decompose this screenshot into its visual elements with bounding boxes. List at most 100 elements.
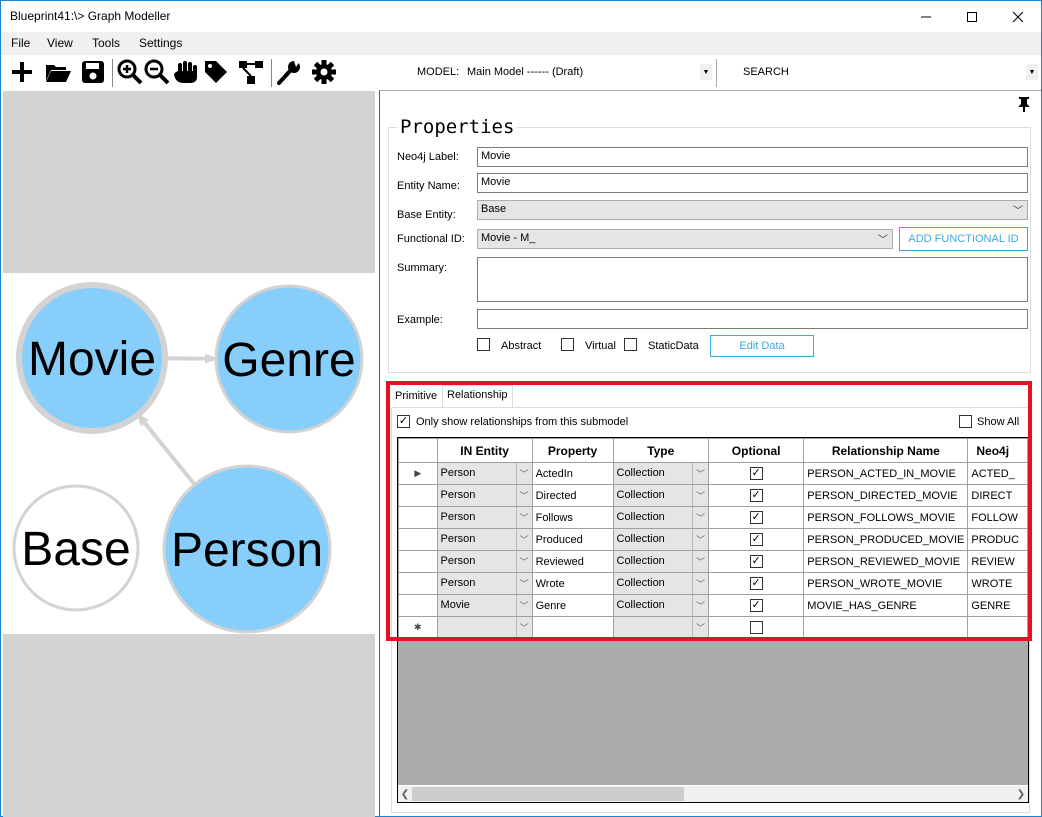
- relationship-name-cell[interactable]: [803, 616, 969, 639]
- table-row[interactable]: Person ﹀ Produced Collection ﹀ ✓ PERSON_PRODUC…: [398, 528, 1028, 551]
- zoom-in-button[interactable]: [117, 59, 143, 85]
- optional-cell[interactable]: ✓: [707, 462, 805, 485]
- menu-settings[interactable]: Settings: [139, 36, 182, 50]
- property-cell[interactable]: Produced: [531, 528, 614, 551]
- row-header[interactable]: [398, 594, 438, 617]
- zoom-out-button[interactable]: [144, 59, 170, 85]
- functional-id-select[interactable]: Movie - M_ ﹀: [477, 229, 893, 249]
- relationship-name-cell[interactable]: PERSON_REVIEWED_MOVIE: [803, 550, 969, 573]
- column-header-in-entity[interactable]: IN Entity: [436, 438, 533, 463]
- edge-person-movie[interactable]: [139, 416, 197, 486]
- row-header[interactable]: ▶: [398, 462, 438, 485]
- neo4j-cell[interactable]: REVIEW: [967, 550, 1028, 573]
- in-entity-cell[interactable]: Person ﹀: [436, 572, 533, 595]
- only-submodel-checkbox[interactable]: ✓: [397, 415, 410, 428]
- optional-cell[interactable]: ✓: [707, 528, 805, 551]
- relationship-name-cell[interactable]: PERSON_ACTED_IN_MOVIE: [803, 462, 969, 485]
- add-functional-id-button[interactable]: ADD FUNCTIONAL ID: [899, 227, 1028, 251]
- chevron-down-icon[interactable]: ﹀: [515, 595, 531, 616]
- horizontal-scrollbar[interactable]: ❮ ❯: [398, 785, 1028, 802]
- virtual-checkbox[interactable]: [561, 338, 574, 351]
- column-header-type[interactable]: Type: [612, 438, 709, 463]
- pin-icon[interactable]: [1016, 96, 1032, 112]
- tab-relationship[interactable]: Relationship: [442, 385, 513, 407]
- type-cell[interactable]: Collection ﹀: [612, 550, 709, 573]
- edit-data-button[interactable]: Edit Data: [710, 335, 814, 357]
- show-all-checkbox[interactable]: [959, 415, 972, 428]
- optional-checkbox[interactable]: ✓: [749, 577, 763, 590]
- chevron-down-icon[interactable]: ﹀: [515, 463, 531, 484]
- tab-primitive[interactable]: Primitive: [391, 387, 441, 407]
- property-cell[interactable]: ActedIn: [531, 462, 614, 485]
- optional-checkbox[interactable]: ✓: [749, 533, 763, 546]
- type-cell[interactable]: Collection ﹀: [612, 572, 709, 595]
- optional-checkbox[interactable]: ✓: [749, 467, 763, 480]
- row-header[interactable]: [398, 572, 438, 595]
- optional-cell[interactable]: ✓: [707, 594, 805, 617]
- add-button[interactable]: [9, 59, 35, 85]
- in-entity-cell[interactable]: Person ﹀: [436, 506, 533, 529]
- in-entity-cell[interactable]: Person ﹀: [436, 528, 533, 551]
- neo4j-cell[interactable]: ACTED_: [967, 462, 1028, 485]
- neo4j-cell[interactable]: GENRE: [967, 594, 1028, 617]
- optional-checkbox[interactable]: ✓: [749, 599, 763, 612]
- staticdata-checkbox[interactable]: [624, 338, 637, 351]
- chevron-down-icon[interactable]: ﹀: [515, 507, 531, 528]
- in-entity-cell[interactable]: Person ﹀: [436, 484, 533, 507]
- optional-cell[interactable]: [707, 616, 805, 639]
- save-button[interactable]: [80, 59, 106, 85]
- property-cell[interactable]: Follows: [531, 506, 614, 529]
- tools-dropdown-button[interactable]: [276, 59, 302, 85]
- search-combo[interactable]: SEARCH: [743, 66, 789, 78]
- column-header-relationship-name[interactable]: Relationship Name: [803, 438, 969, 463]
- relationship-name-cell[interactable]: MOVIE_HAS_GENRE: [803, 594, 969, 617]
- menu-file[interactable]: File: [11, 36, 30, 50]
- neo4j-label-input[interactable]: Movie: [477, 147, 1028, 167]
- chevron-down-icon[interactable]: ﹀: [515, 617, 531, 638]
- optional-cell[interactable]: ✓: [707, 484, 805, 507]
- property-cell[interactable]: [531, 616, 614, 639]
- type-cell[interactable]: Collection ﹀: [612, 484, 709, 507]
- example-input[interactable]: [477, 309, 1028, 329]
- table-row[interactable]: Person ﹀ Follows Collection ﹀ ✓ PERSON_FOLLOWS…: [398, 506, 1028, 529]
- table-row[interactable]: Movie ﹀ Genre Collection ﹀ ✓ MOVIE_HAS_GENRE GE…: [398, 594, 1028, 617]
- type-cell[interactable]: Collection ﹀: [612, 462, 709, 485]
- optional-checkbox[interactable]: ✓: [749, 511, 763, 524]
- chevron-down-icon[interactable]: ﹀: [692, 463, 708, 484]
- table-row[interactable]: Person ﹀ Wrote Collection ﹀ ✓ PERSON_WROTE_MOV…: [398, 572, 1028, 595]
- in-entity-cell[interactable]: Person ﹀: [436, 550, 533, 573]
- row-header[interactable]: ✱: [398, 616, 438, 639]
- row-header[interactable]: [398, 528, 438, 551]
- graph-diagram[interactable]: Movie Genre Base Person: [3, 273, 375, 634]
- table-row[interactable]: ▶ Person ﹀ ActedIn Collection ﹀ ✓ PERSON_ACTED_…: [398, 462, 1028, 485]
- neo4j-cell[interactable]: FOLLOW: [967, 506, 1028, 529]
- column-header-property[interactable]: Property: [531, 438, 614, 463]
- relationship-name-cell[interactable]: PERSON_WROTE_MOVIE: [803, 572, 969, 595]
- tag-button[interactable]: [203, 59, 229, 85]
- scroll-left-icon[interactable]: ❮: [398, 787, 412, 801]
- scroll-right-icon[interactable]: ❯: [1014, 787, 1028, 801]
- chevron-down-icon[interactable]: ﹀: [692, 551, 708, 572]
- optional-cell[interactable]: ✓: [707, 550, 805, 573]
- neo4j-cell[interactable]: PRODUC: [967, 528, 1028, 551]
- pan-button[interactable]: [173, 59, 199, 85]
- table-row[interactable]: Person ﹀ Directed Collection ﹀ ✓ PERSON_DIRECT…: [398, 484, 1028, 507]
- chevron-down-icon[interactable]: ﹀: [692, 529, 708, 550]
- column-header-neo4j[interactable]: Neo4j: [967, 438, 1028, 463]
- neo4j-cell[interactable]: WROTE: [967, 572, 1028, 595]
- type-cell[interactable]: Collection ﹀: [612, 506, 709, 529]
- base-entity-select[interactable]: Base ﹀: [477, 200, 1028, 220]
- menu-tools[interactable]: Tools: [92, 36, 120, 50]
- column-header-optional[interactable]: Optional: [707, 438, 805, 463]
- settings-dropdown-button[interactable]: [312, 59, 338, 85]
- relationship-name-cell[interactable]: PERSON_FOLLOWS_MOVIE: [803, 506, 969, 529]
- relationship-name-cell[interactable]: PERSON_DIRECTED_MOVIE: [803, 484, 969, 507]
- relationship-name-cell[interactable]: PERSON_PRODUCED_MOVIE: [803, 528, 969, 551]
- graph-canvas[interactable]: Movie Genre Base Person: [3, 91, 375, 817]
- optional-checkbox[interactable]: [749, 621, 763, 634]
- chevron-down-icon[interactable]: ﹀: [692, 617, 708, 638]
- chevron-down-icon[interactable]: ﹀: [692, 573, 708, 594]
- chevron-down-icon[interactable]: ﹀: [692, 507, 708, 528]
- chevron-down-icon[interactable]: ﹀: [515, 551, 531, 572]
- type-cell[interactable]: Collection ﹀: [612, 594, 709, 617]
